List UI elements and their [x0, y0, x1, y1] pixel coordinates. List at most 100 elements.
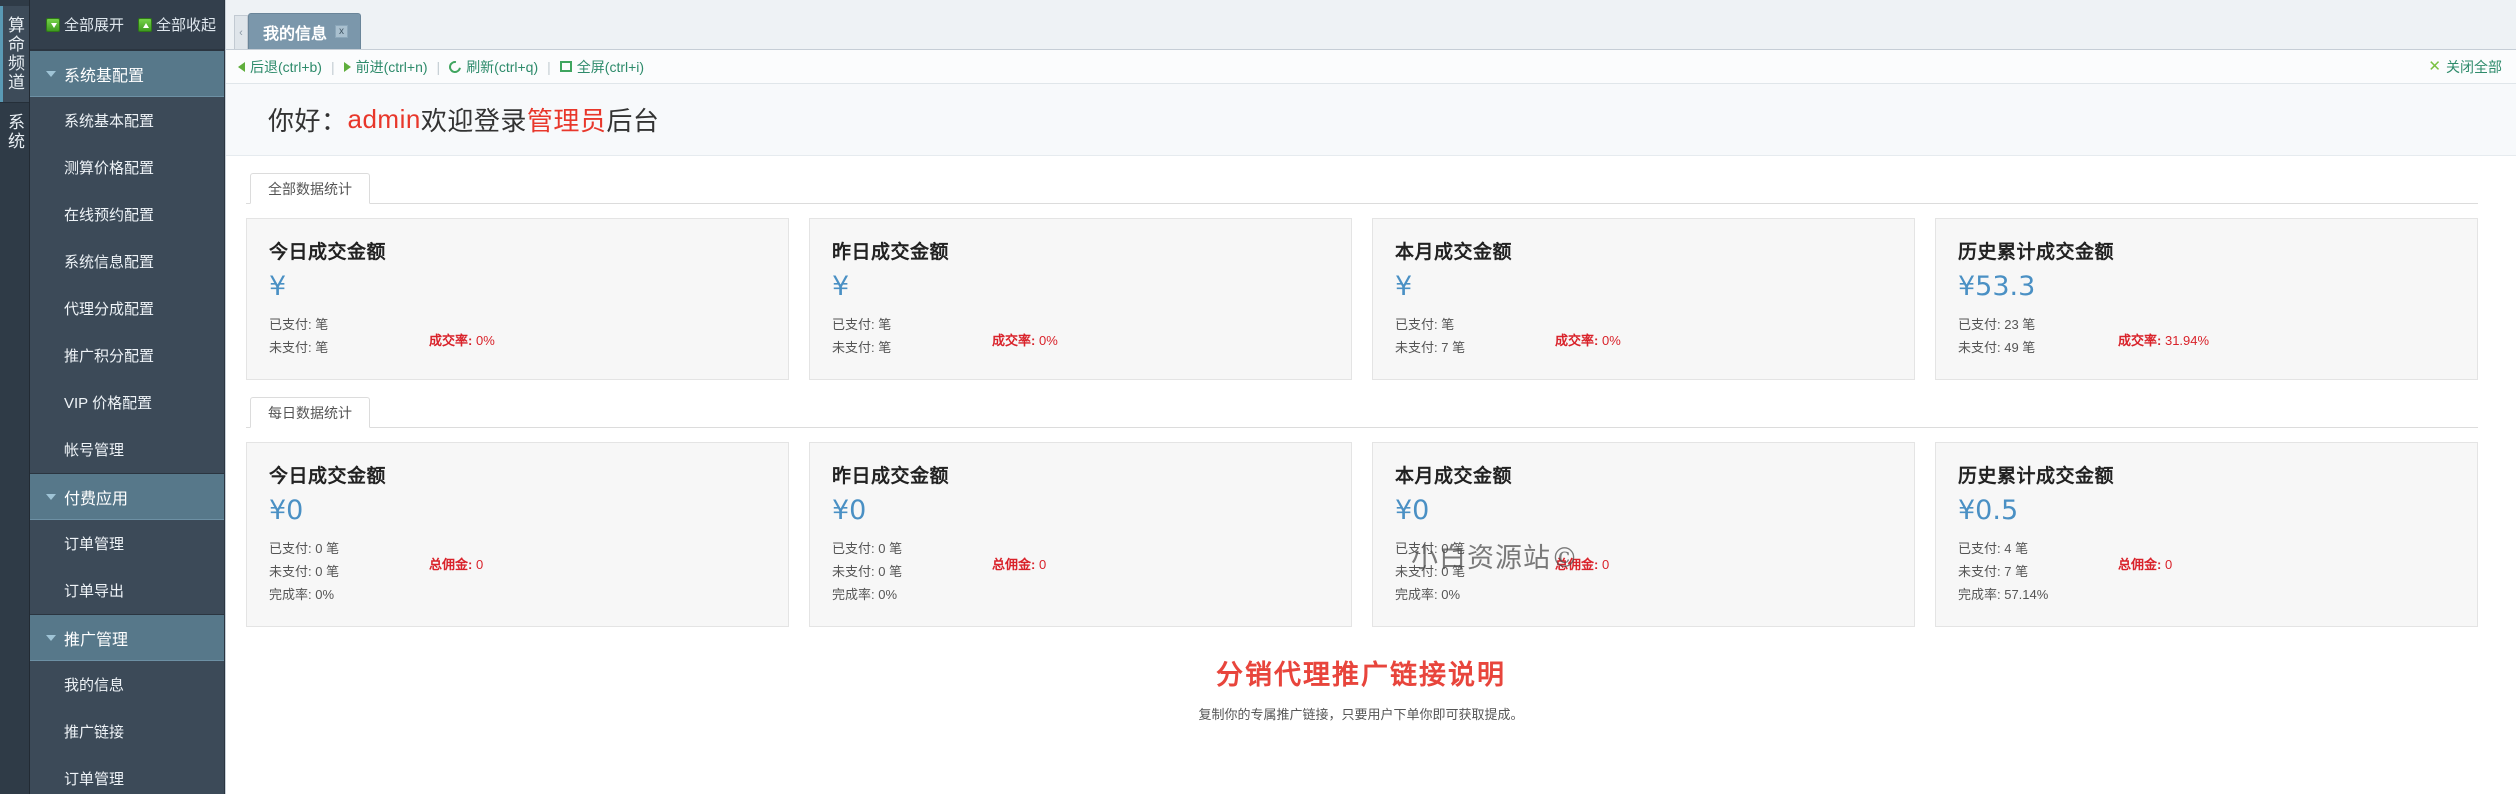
card-stat-unpaid: 未支付: 0 笔 [1395, 561, 1555, 584]
back-label: 后退(ctrl+b) [250, 57, 322, 77]
card-amount: ¥53.3 [1958, 270, 2455, 304]
card-title: 今日成交金额 [269, 237, 766, 264]
card-rate-label: 总佣金: [1555, 557, 1598, 572]
sidebar-item-label: 付费应用 [64, 485, 128, 509]
sidebar: 全部展开 全部收起 系统基配置 系统基本配置 测算价格配置 在线预约配置 系统信 [30, 0, 225, 794]
forward-label: 前进(ctrl+n) [356, 57, 428, 77]
card-stat-completion: 完成率: 0% [1395, 584, 1555, 607]
sidebar-item-label: 订单管理 [64, 533, 124, 554]
stat-card-row-daily: 今日成交金额 ¥0 已支付: 0 笔 未支付: 0 笔 完成率: 0% 总佣金:… [246, 428, 2478, 627]
sidebar-item-system-base-config[interactable]: 系统基配置 [30, 50, 224, 97]
card-rate-label: 成交率: [2118, 333, 2161, 348]
close-all-label: 关闭全部 [2446, 57, 2502, 77]
sidebar-item-label: 订单导出 [64, 580, 124, 601]
refresh-label: 刷新(ctrl+q) [466, 57, 538, 77]
card-rate: 总佣金: 0 [992, 538, 1046, 573]
card-rate: 成交率: 31.94% [2118, 314, 2209, 349]
sidebar-item-label: 推广链接 [64, 721, 124, 742]
card-stats: 已支付: 23 笔 未支付: 49 笔 [1958, 314, 2118, 360]
panel-tab-all-stats[interactable]: 全部数据统计 [250, 173, 370, 204]
sidebar-item-promo-points-config[interactable]: 推广积分配置 [30, 332, 224, 379]
sidebar-item-account-management[interactable]: 帐号管理 [30, 426, 224, 473]
close-all-button[interactable]: ✕ 关闭全部 [2428, 57, 2502, 77]
card-rate-value: 0 [1602, 557, 1609, 572]
card-stats: 已支付: 笔 未支付: 7 笔 [1395, 314, 1555, 360]
rail-group-label: 算命频道 [4, 16, 24, 92]
panel-tab-daily-stats[interactable]: 每日数据统计 [250, 397, 370, 428]
card-amount: ¥ [269, 270, 766, 304]
sidebar-item-my-info[interactable]: 我的信息 [30, 661, 224, 708]
sidebar-item-promotion-management[interactable]: 推广管理 [30, 614, 224, 661]
card-stat-completion: 完成率: 57.14% [1958, 584, 2118, 607]
forward-button[interactable]: 前进(ctrl+n) [344, 57, 428, 77]
card-title: 昨日成交金额 [832, 237, 1329, 264]
card-rate: 成交率: 0% [992, 314, 1058, 349]
tab-my-info[interactable]: 我的信息 x [248, 13, 361, 49]
stat-card-today-all: 今日成交金额 ¥ 已支付: 笔 未支付: 笔 成交率: 0% [246, 218, 789, 380]
back-button[interactable]: 后退(ctrl+b) [238, 57, 322, 77]
fullscreen-button[interactable]: 全屏(ctrl+i) [560, 57, 644, 77]
close-icon: ✕ [2428, 59, 2441, 74]
arrow-right-icon [344, 62, 351, 72]
sidebar-item-label: 系统信息配置 [64, 251, 154, 272]
sidebar-item-order-management-promo[interactable]: 订单管理 [30, 755, 224, 794]
sidebar-item-system-basic-config[interactable]: 系统基本配置 [30, 97, 224, 144]
sidebar-item-price-config[interactable]: 测算价格配置 [30, 144, 224, 191]
sidebar-item-order-management-paid[interactable]: 订单管理 [30, 520, 224, 567]
sidebar-item-order-export[interactable]: 订单导出 [30, 567, 224, 614]
expand-all-button[interactable]: 全部展开 [46, 14, 124, 35]
stat-card-total-all: 历史累计成交金额 ¥53.3 已支付: 23 笔 未支付: 49 笔 成交率: … [1935, 218, 2478, 380]
card-footer: 已支付: 4 笔 未支付: 7 笔 完成率: 57.14% 总佣金: 0 [1958, 538, 2455, 606]
tab-scroll-left-button[interactable]: ‹ [234, 15, 248, 49]
stat-card-month-all: 本月成交金额 ¥ 已支付: 笔 未支付: 7 笔 成交率: 0% [1372, 218, 1915, 380]
sidebar-item-promo-link[interactable]: 推广链接 [30, 708, 224, 755]
greeting-bar: 你好： admin 欢迎登录 管理员 后台 [226, 84, 2516, 156]
card-title: 历史累计成交金额 [1958, 461, 2455, 488]
panel-tabs-all: 全部数据统计 [246, 172, 2478, 204]
card-stat-paid: 已支付: 0 笔 [269, 538, 429, 561]
main-content: ‹ 我的信息 x 后退(ctrl+b) | 前进(ctrl+n) | 刷新(ct… [225, 0, 2516, 794]
channel-rail: 算命频道 系统 [0, 0, 30, 794]
card-rate-value: 31.94% [2165, 333, 2209, 348]
card-stat-completion: 完成率: 0% [832, 584, 992, 607]
sidebar-item-agent-share-config[interactable]: 代理分成配置 [30, 285, 224, 332]
card-rate-value: 0% [476, 333, 495, 348]
sidebar-item-label: 帐号管理 [64, 439, 124, 460]
sidebar-item-vip-price-config[interactable]: VIP 价格配置 [30, 379, 224, 426]
sidebar-item-paid-apps[interactable]: 付费应用 [30, 473, 224, 520]
card-rate: 总佣金: 0 [429, 538, 483, 573]
card-rate-value: 0% [1602, 333, 1621, 348]
sidebar-item-booking-config[interactable]: 在线预约配置 [30, 191, 224, 238]
toolbar-separator: | [331, 59, 335, 75]
greeting-role: 管理员 [527, 101, 607, 138]
rail-group-fortune[interactable]: 算命频道 [0, 6, 29, 102]
card-stats: 已支付: 笔 未支付: 笔 [269, 314, 429, 360]
stat-card-today-daily: 今日成交金额 ¥0 已支付: 0 笔 未支付: 0 笔 完成率: 0% 总佣金:… [246, 442, 789, 627]
card-stats: 已支付: 笔 未支付: 笔 [832, 314, 992, 360]
card-rate-value: 0% [1039, 333, 1058, 348]
card-rate-value: 0 [2165, 557, 2172, 572]
card-stat-paid: 已支付: 23 笔 [1958, 314, 2118, 337]
greeting-middle: 欢迎登录 [421, 101, 527, 138]
sidebar-item-label: VIP 价格配置 [64, 392, 152, 413]
refresh-button[interactable]: 刷新(ctrl+q) [449, 57, 538, 77]
admin-dashboard: 算命频道 系统 全部展开 全部收起 系统基配置 系统基本配置 [0, 0, 2516, 794]
card-amount: ¥0 [832, 494, 1329, 528]
promotion-note: 分销代理推广链接说明 复制你的专属推广链接，只要用户下单你即可获取提成。 [226, 627, 2496, 723]
card-stats: 已支付: 0 笔 未支付: 0 笔 完成率: 0% [832, 538, 992, 606]
stat-card-month-daily: 本月成交金额 ¥0 已支付: 0 笔 未支付: 0 笔 完成率: 0% 总佣金:… [1372, 442, 1915, 627]
sidebar-toolbar: 全部展开 全部收起 [30, 0, 224, 50]
card-footer: 已支付: 0 笔 未支付: 0 笔 完成率: 0% 总佣金: 0 [1395, 538, 1892, 606]
card-stats: 已支付: 0 笔 未支付: 0 笔 完成率: 0% [1395, 538, 1555, 606]
page-body: 小白资源站© 全部数据统计 今日成交金额 ¥ 已支付: 笔 未支付: 笔 [226, 156, 2516, 794]
rail-group-system[interactable]: 系统 [0, 102, 29, 161]
card-stat-paid: 已支付: 笔 [1395, 314, 1555, 337]
expand-all-label: 全部展开 [64, 14, 124, 35]
stat-card-yesterday-daily: 昨日成交金额 ¥0 已支付: 0 笔 未支付: 0 笔 完成率: 0% 总佣金:… [809, 442, 1352, 627]
collapse-all-button[interactable]: 全部收起 [138, 14, 216, 35]
tab-close-icon[interactable]: x [335, 25, 348, 38]
card-stat-unpaid: 未支付: 笔 [832, 337, 992, 360]
sidebar-item-system-info-config[interactable]: 系统信息配置 [30, 238, 224, 285]
card-rate-label: 成交率: [1555, 333, 1598, 348]
card-stat-paid: 已支付: 0 笔 [832, 538, 992, 561]
